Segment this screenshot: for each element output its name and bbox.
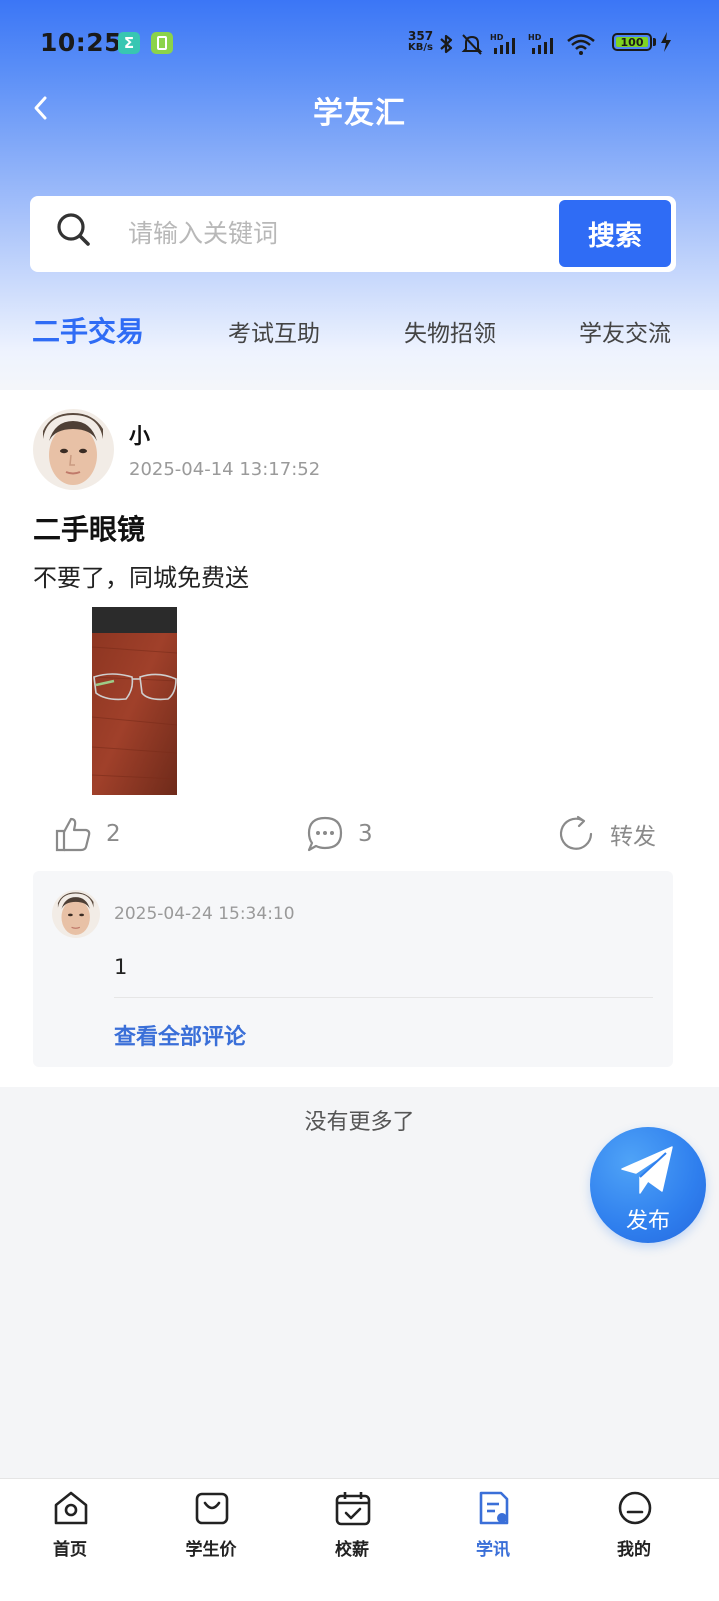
comment-count: 3	[358, 821, 373, 847]
nav-item-campus-salary[interactable]: 校薪	[302, 1489, 402, 1569]
tab-exam-help[interactable]: 考试互助	[228, 314, 320, 348]
bottom-navigation: 首页 学生价 校薪 学讯 我的	[0, 1478, 719, 1601]
shopping-bag-icon	[195, 1492, 229, 1525]
publish-button[interactable]: 发布	[590, 1127, 706, 1243]
comment-preview: 2025-04-24 15:34:10 1 查看全部评论	[33, 871, 673, 1067]
nav-label: 我的	[617, 1540, 651, 1560]
search-input[interactable]	[126, 210, 570, 256]
post-title: 二手眼镜	[33, 513, 146, 546]
tab-second-hand[interactable]: 二手交易	[32, 310, 144, 350]
app-notification-icon: Σ	[118, 32, 140, 54]
search-icon	[57, 213, 90, 246]
network-speed: 357 KB/s	[408, 29, 434, 53]
avatar-image	[33, 409, 114, 490]
avatar[interactable]	[33, 409, 114, 490]
search-button[interactable]: 搜索	[559, 200, 671, 267]
status-time: 10:25	[40, 28, 123, 57]
post-time: 2025-04-14 13:17:52	[129, 459, 321, 480]
author-name[interactable]: 小	[129, 420, 150, 450]
comment-text: 1	[114, 955, 128, 979]
comment-time: 2025-04-24 15:34:10	[114, 904, 295, 924]
share-button[interactable]: 转发	[558, 812, 656, 856]
comment-button[interactable]: 3	[306, 812, 373, 856]
category-tabs: 二手交易 考试互助 失物招领 学友交流	[0, 300, 719, 370]
paper-plane-icon	[621, 1146, 673, 1194]
calendar-check-icon	[335, 1492, 371, 1526]
nav-label: 校薪	[335, 1540, 369, 1560]
signal-hd-icon: HD	[528, 33, 553, 54]
wifi-icon	[567, 34, 595, 55]
svg-text:HD: HD	[528, 33, 542, 42]
page-title: 学友汇	[313, 96, 406, 131]
nav-item-home[interactable]: 首页	[20, 1489, 120, 1569]
share-icon	[559, 815, 593, 850]
post-card[interactable]: 小 2025-04-14 13:17:52 二手眼镜 不要了，同城免费送 2 3…	[0, 390, 719, 1087]
divider	[114, 997, 653, 998]
commenter-avatar[interactable]	[52, 890, 100, 938]
share-label: 转发	[610, 824, 656, 850]
mute-icon	[461, 34, 483, 55]
thumbs-up-icon	[55, 817, 91, 852]
view-all-comments-link[interactable]: 查看全部评论	[114, 1019, 246, 1051]
profile-icon	[618, 1491, 652, 1525]
end-of-list-text: 没有更多了	[304, 1110, 415, 1135]
home-icon	[54, 1491, 88, 1525]
comment-icon	[307, 816, 343, 852]
like-count: 2	[106, 821, 121, 847]
nav-label: 学生价	[185, 1540, 237, 1560]
bluetooth-icon	[440, 34, 453, 54]
status-bar: 10:25 Σ 357 KB/s HD HD 100	[0, 0, 719, 86]
nav-label: 首页	[53, 1540, 87, 1560]
signal-hd-icon: HD	[490, 33, 515, 54]
tab-lost-found[interactable]: 失物招领	[404, 314, 496, 348]
battery-icon: 100	[612, 33, 652, 51]
like-button[interactable]: 2	[54, 812, 121, 856]
svg-text:HD: HD	[490, 33, 504, 42]
document-icon	[479, 1491, 509, 1525]
avatar-image	[52, 890, 100, 938]
nav-item-student-price[interactable]: 学生价	[161, 1489, 261, 1569]
status-icons: HD HD	[438, 30, 596, 58]
nav-label: 学讯	[476, 1540, 510, 1560]
nav-item-mine[interactable]: 我的	[584, 1489, 684, 1569]
glasses-photo	[92, 607, 177, 795]
charging-icon	[661, 32, 671, 52]
app-notification-icon	[151, 32, 173, 54]
nav-item-news[interactable]: 学讯	[443, 1489, 543, 1569]
post-image[interactable]	[92, 607, 177, 795]
battery-tip	[653, 38, 656, 46]
publish-label: 发布	[625, 1209, 670, 1234]
tab-classmate-chat[interactable]: 学友交流	[579, 314, 671, 348]
post-content: 不要了，同城免费送	[33, 564, 249, 592]
